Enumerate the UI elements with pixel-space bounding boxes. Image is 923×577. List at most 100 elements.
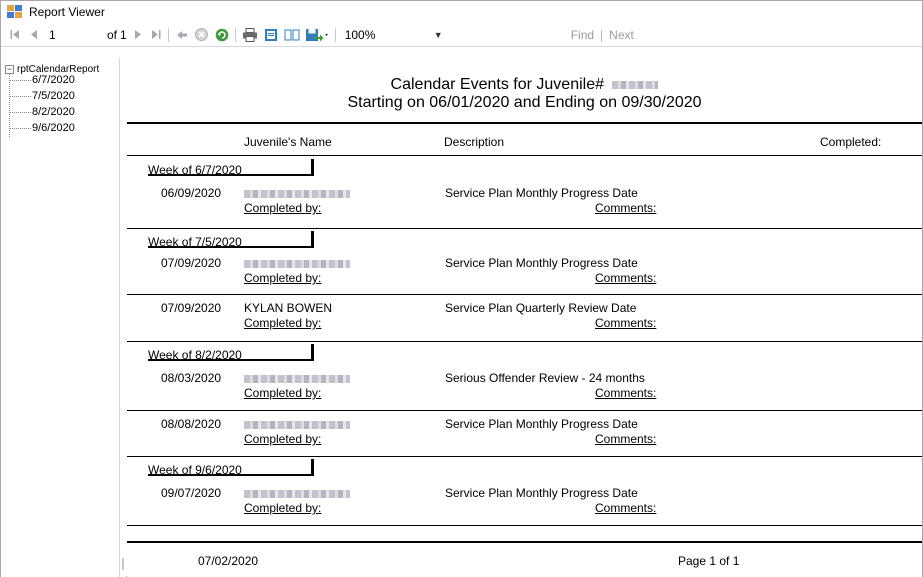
doc-map-item[interactable]: 7/5/2020	[10, 90, 75, 102]
report-toolbar: 1 of 1 100% ▼ Find | Next	[1, 23, 922, 47]
redacted-name	[244, 189, 350, 198]
document-map-panel: − rptCalendarReport 6/7/2020 7/5/2020 8/…	[1, 58, 120, 577]
week-heading-marker	[311, 231, 314, 246]
comments-link[interactable]: Comments:	[595, 432, 656, 446]
refresh-icon[interactable]	[214, 26, 230, 44]
redacted-name	[244, 489, 350, 498]
completed-by-link[interactable]: Completed by:	[244, 432, 321, 446]
total-pages: 1	[120, 27, 127, 42]
event-date: 08/03/2020	[161, 371, 222, 385]
completed-by-link[interactable]: Completed by:	[244, 386, 321, 400]
of-label: of	[107, 27, 118, 42]
doc-map-item-label: 8/2/2020	[32, 106, 75, 118]
event-date: 06/09/2020	[161, 186, 222, 200]
row-divider	[127, 228, 922, 229]
doc-map-item[interactable]: 6/7/2020	[10, 74, 75, 86]
comments-link[interactable]: Comments:	[595, 271, 656, 285]
doc-map-item-label: 6/7/2020	[32, 74, 75, 86]
event-date: 07/09/2020	[161, 301, 222, 315]
doc-map-item-label: 7/5/2020	[32, 90, 75, 102]
event-description: Service Plan Monthly Progress Date	[445, 417, 638, 431]
week-heading-bar	[148, 246, 314, 248]
event-name	[244, 371, 350, 385]
event-description: Service Plan Monthly Progress Date	[445, 486, 638, 500]
comments-link[interactable]: Comments:	[595, 386, 656, 400]
completed-by-link[interactable]: Completed by:	[244, 501, 321, 515]
toolbar-separator	[334, 27, 336, 42]
header-bottom-rule	[127, 155, 922, 156]
event-name	[244, 256, 350, 270]
next-link[interactable]: Next	[609, 28, 634, 42]
previous-page-icon[interactable]	[27, 26, 41, 44]
zoom-value: 100%	[344, 27, 376, 42]
export-icon[interactable]	[304, 26, 330, 44]
print-layout-icon[interactable]	[262, 26, 280, 44]
redacted-name	[244, 420, 350, 429]
event-description: Service Plan Quarterly Review Date	[445, 301, 637, 315]
event-date: 08/08/2020	[161, 417, 222, 431]
next-page-icon[interactable]	[131, 26, 145, 44]
week-heading-bar	[148, 359, 314, 361]
stop-icon[interactable]	[194, 26, 210, 44]
page-setup-icon[interactable]	[283, 26, 301, 44]
find-text-input[interactable]	[461, 26, 535, 44]
panel-splitter[interactable]	[120, 58, 126, 577]
event-name	[244, 417, 350, 431]
zoom-select[interactable]: 100% ▼	[341, 26, 449, 44]
window-title: Report Viewer	[29, 4, 105, 19]
doc-map-item[interactable]: 9/6/2020	[10, 122, 75, 134]
doc-map-item[interactable]: 8/2/2020	[10, 106, 75, 118]
chevron-down-icon[interactable]: ▼	[434, 30, 443, 40]
completed-by-link[interactable]: Completed by:	[244, 271, 321, 285]
column-header-description: Description	[444, 135, 505, 149]
event-name: KYLAN BOWEN	[244, 301, 333, 315]
event-date: 09/07/2020	[161, 486, 222, 500]
tree-branch-line	[10, 127, 31, 129]
row-divider	[127, 341, 922, 342]
comments-link[interactable]: Comments:	[595, 316, 656, 330]
week-heading-marker	[311, 344, 314, 359]
splitter-grip-icon[interactable]	[121, 558, 125, 570]
tree-branch-line	[10, 95, 31, 97]
first-page-icon[interactable]	[9, 26, 21, 44]
event-date: 07/09/2020	[161, 256, 222, 270]
row-divider	[127, 410, 922, 411]
tree-branch-line	[10, 79, 31, 81]
doc-map-item-label: 9/6/2020	[32, 122, 75, 134]
collapse-icon[interactable]: −	[5, 65, 14, 74]
column-header-completed: Completed:	[820, 135, 882, 149]
event-name	[244, 186, 350, 200]
report-title-line1: Calendar Events for Juvenile#	[127, 76, 922, 94]
report-title-line2: Starting on 06/01/2020 and Ending on 09/…	[347, 94, 702, 111]
current-page-input[interactable]: 1	[47, 28, 71, 42]
row-divider	[127, 294, 922, 295]
report-viewer-app-icon	[7, 4, 23, 19]
find-link[interactable]: Find	[571, 28, 594, 42]
week-heading-bar	[148, 174, 314, 176]
event-description: Service Plan Monthly Progress Date	[445, 186, 638, 200]
comments-link[interactable]: Comments:	[595, 201, 656, 215]
completed-by-link[interactable]: Completed by:	[244, 201, 321, 215]
footer-print-date: 07/02/2020	[198, 554, 259, 568]
toolbar-separator	[167, 27, 169, 42]
event-description: Service Plan Monthly Progress Date	[445, 256, 638, 270]
last-page-icon[interactable]	[149, 26, 163, 44]
row-divider	[127, 525, 922, 526]
toolbar-separator	[234, 27, 236, 42]
footer-page-number: Page 1 of 1	[678, 554, 740, 568]
week-heading-marker	[311, 159, 314, 174]
redacted-name	[244, 374, 350, 383]
week-heading-marker	[311, 459, 314, 474]
row-divider	[127, 456, 922, 457]
week-heading-bar	[148, 474, 314, 476]
print-icon[interactable]	[241, 26, 259, 44]
back-icon[interactable]	[174, 26, 190, 44]
title-bar: Report Viewer	[1, 1, 922, 22]
completed-by-link[interactable]: Completed by:	[244, 316, 321, 330]
column-header-name: Juvenile's Name	[244, 135, 332, 149]
redacted-name	[244, 259, 350, 268]
report-page: Calendar Events for Juvenile# Starting o…	[127, 58, 922, 577]
comments-link[interactable]: Comments:	[595, 501, 656, 515]
report-viewer-window: Report Viewer 1 of 1 100% ▼ Find | Next …	[0, 0, 923, 577]
footer-rule	[127, 541, 922, 543]
